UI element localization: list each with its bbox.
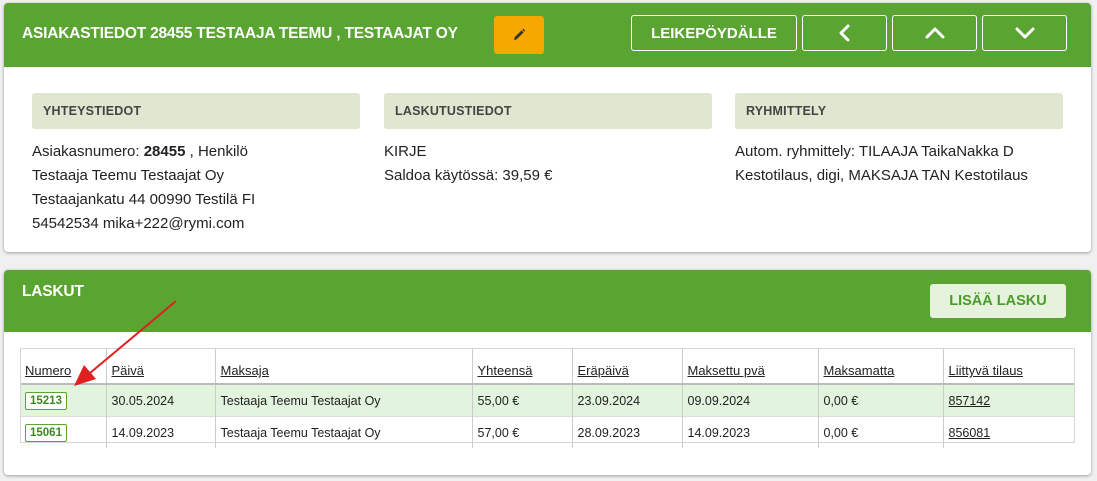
column-header-total[interactable]: Yhteensä xyxy=(471,348,572,384)
cell-unpaid: 0,00 € xyxy=(817,383,943,417)
billing-heading: LASKUTUSTIEDOT xyxy=(384,93,712,129)
grouping-line-1: Autom. ryhmittely: TILAAJA TaikaNakka D xyxy=(735,143,1014,160)
edit-button[interactable] xyxy=(494,16,544,54)
scroll-up-button[interactable] xyxy=(892,15,977,51)
customer-header: ASIAKASTIEDOT 28455 TESTAAJA TEEMU , TES… xyxy=(4,3,1091,67)
cell-number: 15061 xyxy=(20,416,106,448)
customer-address: Testaajankatu 44 00990 Testilä FI xyxy=(32,191,256,208)
column-header-date[interactable]: Päivä xyxy=(105,348,215,384)
cell-unpaid: 0,00 € xyxy=(817,416,943,448)
customer-panel: ASIAKASTIEDOT 28455 TESTAAJA TEEMU , TES… xyxy=(4,3,1091,252)
billing-balance: Saldoa käytössä: 39,59 € xyxy=(384,167,553,184)
cell-payer: Testaaja Teemu Testaajat Oy xyxy=(214,416,472,448)
contact-section: YHTEYSTIEDOT Asiakasnumero: 28455 , Henk… xyxy=(32,93,360,236)
invoices-panel: LASKUT LISÄÄ LASKU Numero Päivä Maksaja … xyxy=(4,270,1091,475)
cell-date: 30.05.2024 xyxy=(105,383,215,417)
chevron-up-icon xyxy=(925,27,944,39)
scroll-down-button[interactable] xyxy=(982,15,1067,51)
customer-number-line: Asiakasnumero: 28455 , Henkilö xyxy=(32,140,360,164)
cell-paid-date: 09.09.2024 xyxy=(681,383,818,417)
column-header-payer[interactable]: Maksaja xyxy=(214,348,472,384)
column-header-number[interactable]: Numero xyxy=(20,348,106,384)
customer-number: 28455 xyxy=(143,143,186,160)
cell-related-order: 857142 xyxy=(942,383,1075,417)
table-header-row: Numero Päivä Maksaja Yhteensä Eräpäivä M… xyxy=(20,348,1075,384)
invoices-header: LASKUT LISÄÄ LASKU xyxy=(4,270,1091,332)
grouping-line-2: Kestotilaus, digi, MAKSAJA TAN Kestotila… xyxy=(735,167,1028,184)
customer-name: Testaaja Teemu Testaajat Oy xyxy=(32,167,225,184)
cell-paid-date: 14.09.2023 xyxy=(681,416,818,448)
cell-related-order: 856081 xyxy=(942,416,1075,448)
previous-button[interactable] xyxy=(802,15,887,51)
cell-total: 55,00 € xyxy=(471,383,572,417)
billing-method: KIRJE xyxy=(384,143,427,160)
cell-payer: Testaaja Teemu Testaajat Oy xyxy=(214,383,472,417)
cell-due-date: 28.09.2023 xyxy=(571,416,682,448)
chevron-down-icon xyxy=(1015,27,1034,39)
chevron-left-icon xyxy=(839,24,849,42)
contact-heading: YHTEYSTIEDOT xyxy=(32,93,360,129)
invoices-table: Numero Päivä Maksaja Yhteensä Eräpäivä M… xyxy=(20,348,1075,448)
grouping-heading: RYHMITTELY xyxy=(735,93,1063,129)
cell-total: 57,00 € xyxy=(471,416,572,448)
billing-section: LASKUTUSTIEDOT KIRJE Saldoa käytössä: 39… xyxy=(384,93,712,188)
cell-date: 14.09.2023 xyxy=(105,416,215,448)
grouping-section: RYHMITTELY Autom. ryhmittely: TILAAJA Ta… xyxy=(735,93,1063,188)
pencil-icon xyxy=(514,28,526,40)
column-header-paid-date[interactable]: Maksettu pvä xyxy=(681,348,818,384)
cell-number: 15213 xyxy=(20,383,106,417)
page-title: ASIAKASTIEDOT 28455 TESTAAJA TEEMU , TES… xyxy=(22,25,458,42)
column-header-due-date[interactable]: Eräpäivä xyxy=(571,348,682,384)
invoices-title: LASKUT xyxy=(22,283,84,300)
copy-to-clipboard-button[interactable]: LEIKEPÖYDÄLLE xyxy=(631,15,797,51)
invoice-number-button[interactable]: 15061 xyxy=(25,423,67,442)
customer-type: , Henkilö xyxy=(185,143,248,160)
table-row[interactable]: 15213 30.05.2024 Testaaja Teemu Testaaja… xyxy=(20,383,1075,417)
add-invoice-button[interactable]: LISÄÄ LASKU xyxy=(930,284,1066,318)
customer-number-label: Asiakasnumero: xyxy=(32,143,144,160)
column-header-unpaid[interactable]: Maksamatta xyxy=(817,348,943,384)
cell-due-date: 23.09.2024 xyxy=(571,383,682,417)
column-header-related-order[interactable]: Liittyvä tilaus xyxy=(942,348,1075,384)
invoice-number-button[interactable]: 15213 xyxy=(25,391,67,410)
related-order-link[interactable]: 856081 xyxy=(949,426,991,440)
related-order-link[interactable]: 857142 xyxy=(949,394,991,408)
customer-phone-email: 54542534 mika+222@rymi.com xyxy=(32,215,245,232)
table-row[interactable]: 15061 14.09.2023 Testaaja Teemu Testaaja… xyxy=(20,416,1075,448)
